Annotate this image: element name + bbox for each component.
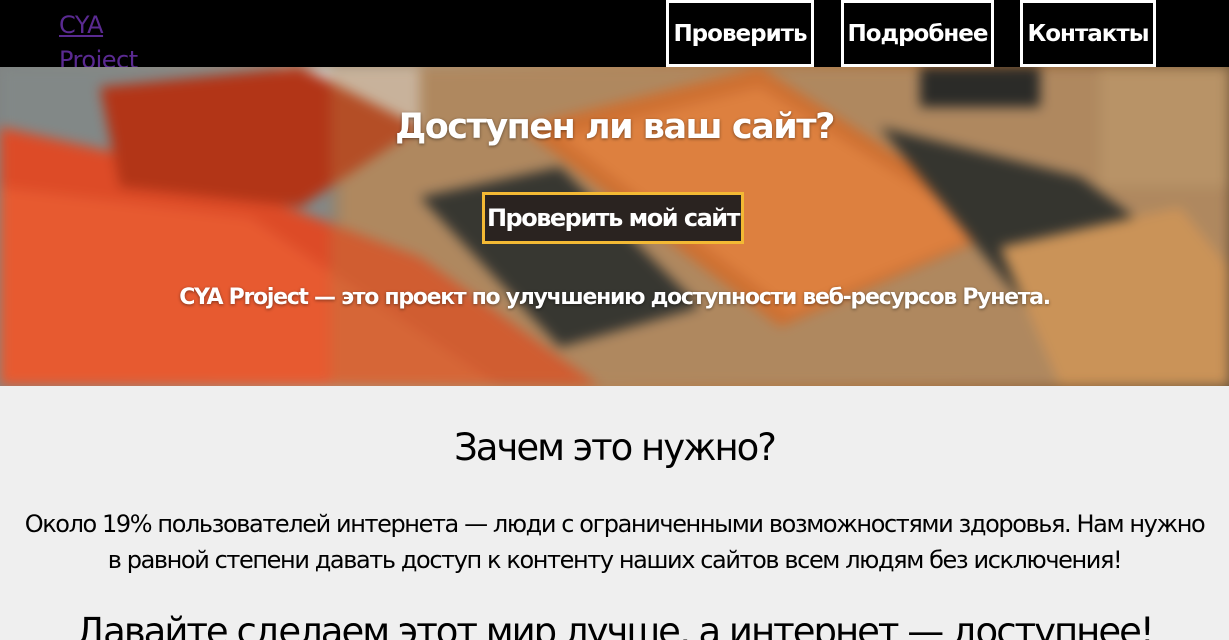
why-paragraph: Около 19% пользователей интернета — люди… <box>24 510 1206 574</box>
nav-more-button[interactable]: Подробнее <box>841 0 994 67</box>
about-section: Зачем это нужно? Около 19% пользователей… <box>0 386 1229 640</box>
why-heading: Зачем это нужно? <box>454 426 777 469</box>
call-heading: Давайте сделаем этот мир лучше, а интерн… <box>76 610 1154 640</box>
hero-section: Доступен ли ваш сайт? Проверить мой сайт… <box>0 67 1229 386</box>
top-navbar: CYA Project Проверить Подробнее Контакты <box>0 0 1229 74</box>
check-my-site-button[interactable]: Проверить мой сайт <box>482 192 744 244</box>
nav-check-button[interactable]: Проверить <box>666 0 814 67</box>
hero-title: Доступен ли ваш сайт? <box>395 107 835 147</box>
hero-description: CYA Project — это проект по улучшению до… <box>179 285 1051 310</box>
nav-contacts-button[interactable]: Контакты <box>1020 0 1156 67</box>
